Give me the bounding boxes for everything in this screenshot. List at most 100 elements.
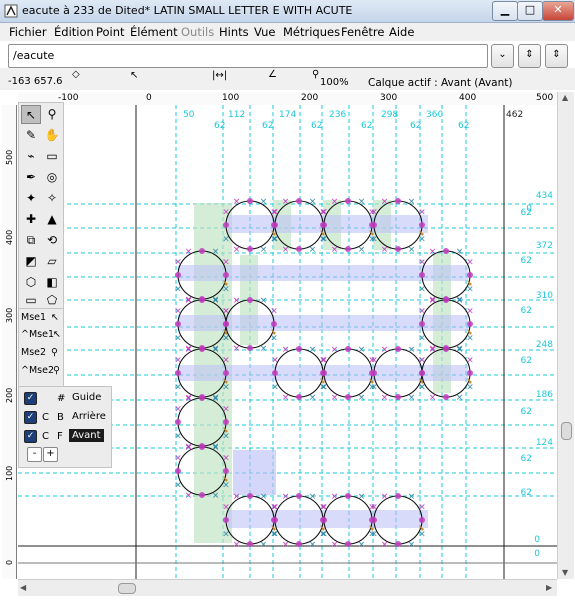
window-title: eacute à 233 de Dited* LATIN SMALL LETTE… [22, 4, 353, 17]
knife-tool[interactable]: ⌁ [21, 147, 41, 166]
menu-aide[interactable]: Aide [389, 25, 414, 39]
layer-visible-checkbox[interactable]: ✓ [24, 430, 37, 443]
curve-point [272, 222, 278, 228]
control-point-marker: × [358, 393, 366, 403]
horizontal-ruler: -100 0 100 200 300 400 500 [18, 92, 557, 106]
control-point-marker: × [320, 235, 328, 245]
close-button[interactable]: ✕ [542, 1, 574, 21]
control-point-marker: × [429, 393, 437, 403]
menu-element[interactable]: Élément [130, 25, 178, 39]
remove-layer-button[interactable]: - [27, 447, 42, 462]
menu-point[interactable]: Point [96, 25, 125, 39]
hint-width-label: 62 [311, 121, 322, 131]
corner-point-tool[interactable]: ✚ [21, 210, 41, 229]
control-point-marker: × [418, 383, 426, 393]
ruler-label: 200 [301, 93, 319, 103]
layer-visible-checkbox[interactable]: ✓ [24, 411, 37, 424]
horizontal-scrollbar[interactable]: ◀ ▶ [18, 579, 557, 596]
control-point-marker: × [174, 454, 182, 464]
glyph-canvas[interactable]: 50 112 174 236 298 360 62 62 62 62 62 62 462 434 372 31… [18, 105, 557, 579]
scroll-hand-tool[interactable]: ✋ [42, 126, 62, 145]
magnify-tool[interactable]: ⚲ [42, 105, 62, 124]
control-point-marker: × [212, 394, 220, 404]
skew-tool[interactable]: ▱ [42, 252, 62, 271]
mse2-magnify-icon: ⚲ [51, 347, 58, 358]
layer-visible-checkbox[interactable]: ✓ [24, 392, 37, 405]
spin-button[interactable]: ⇕ [518, 44, 541, 68]
pen-tool[interactable]: ✒ [21, 168, 41, 187]
control-point-marker: × [233, 197, 241, 207]
vertical-scroll-thumb[interactable] [561, 422, 572, 440]
layer-name[interactable]: Arrière [69, 410, 109, 423]
hint-position-label: 298 [381, 110, 398, 120]
perspective-tool[interactable]: ◧ [42, 273, 62, 292]
control-point-marker: × [270, 307, 278, 317]
control-point-marker: × [381, 197, 389, 207]
3d-rotate-tool[interactable]: ⬡ [21, 273, 41, 292]
tangent-point-tool[interactable]: ▲ [42, 210, 62, 229]
control-point-marker: × [233, 245, 241, 255]
layer-row-guide[interactable]: ✓ # Guide [21, 389, 109, 407]
menu-fenetre[interactable]: Fenêtre [341, 25, 384, 39]
control-point-marker: × [222, 334, 230, 344]
menu-edition[interactable]: Édition [54, 25, 94, 39]
curve-point-tool[interactable]: ✦ [21, 189, 41, 208]
control-point-marker: × [174, 432, 182, 442]
vertical-scrollbar[interactable]: ▲ ▼ [557, 92, 574, 579]
pencil-tool[interactable]: ✎ [21, 126, 41, 145]
hint-zero-label: 0 [526, 204, 532, 214]
svg-text:400: 400 [5, 230, 14, 245]
control-point-marker: × [331, 492, 339, 502]
hv-curve-tool[interactable]: ✧ [42, 189, 62, 208]
layer-name[interactable]: Avant [69, 429, 104, 442]
advance-width-label: 462 [506, 110, 523, 120]
control-point-marker: × [456, 296, 464, 306]
hint-width-label: 62 [458, 121, 469, 131]
glyph-outline-view[interactable]: 50 112 174 236 298 360 62 62 62 62 62 62 462 434 372 31… [18, 105, 557, 579]
control-point-marker: × [282, 393, 290, 403]
control-point-marker: × [174, 285, 182, 295]
curve-point [247, 541, 253, 547]
hint-width-label: 62 [521, 306, 532, 316]
minimize-button[interactable]: ▁ [492, 1, 518, 21]
layer-row-back[interactable]: ✓ C B Arrière [21, 408, 109, 426]
curve-point [395, 198, 401, 204]
control-point-marker: × [408, 393, 416, 403]
swap-button[interactable]: ⇕ [545, 44, 568, 68]
ctrl-mse1-icon: ↖ [53, 329, 61, 340]
tool-palette: ↖ ⚲ ✎ ✋ ⌁ ▭ ✒ ◎ ✦ ✧ ✚ ▲ ⧉ ⟲ ◩ ▱ ⬡ ◧ ▭ ⬠ [18, 102, 64, 310]
menu-bar: Fichier Édition Point Élément Outils Hin… [0, 23, 575, 41]
menu-metriques[interactable]: Métriques [283, 25, 340, 39]
menu-outils[interactable]: Outils [181, 25, 214, 39]
zoom-icon: ⚲ [312, 69, 320, 80]
control-point-marker: × [358, 197, 366, 207]
scale-tool[interactable]: ⧉ [21, 231, 41, 250]
hint-position-label: 236 [329, 110, 346, 120]
control-point-marker: × [429, 296, 437, 306]
menu-fichier[interactable]: Fichier [9, 25, 47, 39]
glyph-name-input[interactable] [13, 49, 473, 62]
layer-name[interactable]: Guide [69, 391, 104, 404]
ctrl-mse2-icon: ⚲ [53, 365, 60, 376]
horizontal-scroll-thumb[interactable] [118, 583, 136, 594]
control-point-marker: × [309, 197, 317, 207]
dropdown-button[interactable]: ⌄ [491, 44, 514, 68]
pointer-tool[interactable]: ↖ [21, 105, 41, 124]
spiro-tool[interactable]: ◎ [42, 168, 62, 187]
maximize-button[interactable]: □ [517, 1, 543, 21]
menu-hints[interactable]: Hints [219, 25, 249, 39]
layer-flag: B [57, 412, 64, 423]
flip-tool[interactable]: ◩ [21, 252, 41, 271]
control-point-marker: × [222, 405, 230, 415]
curve-point [175, 468, 181, 474]
svg-text:200: 200 [5, 388, 14, 403]
control-point-marker: × [260, 296, 268, 306]
curve-point [199, 395, 205, 401]
add-layer-button[interactable]: + [43, 447, 58, 462]
rotate-tool[interactable]: ⟲ [42, 231, 62, 250]
layer-row-fore[interactable]: ✓ C F Avant [21, 427, 109, 445]
ruler-tool[interactable]: ▭ [42, 147, 62, 166]
hint-width-label: 62 [214, 121, 225, 131]
control-point-marker: × [466, 258, 474, 268]
menu-vue[interactable]: Vue [254, 25, 275, 39]
